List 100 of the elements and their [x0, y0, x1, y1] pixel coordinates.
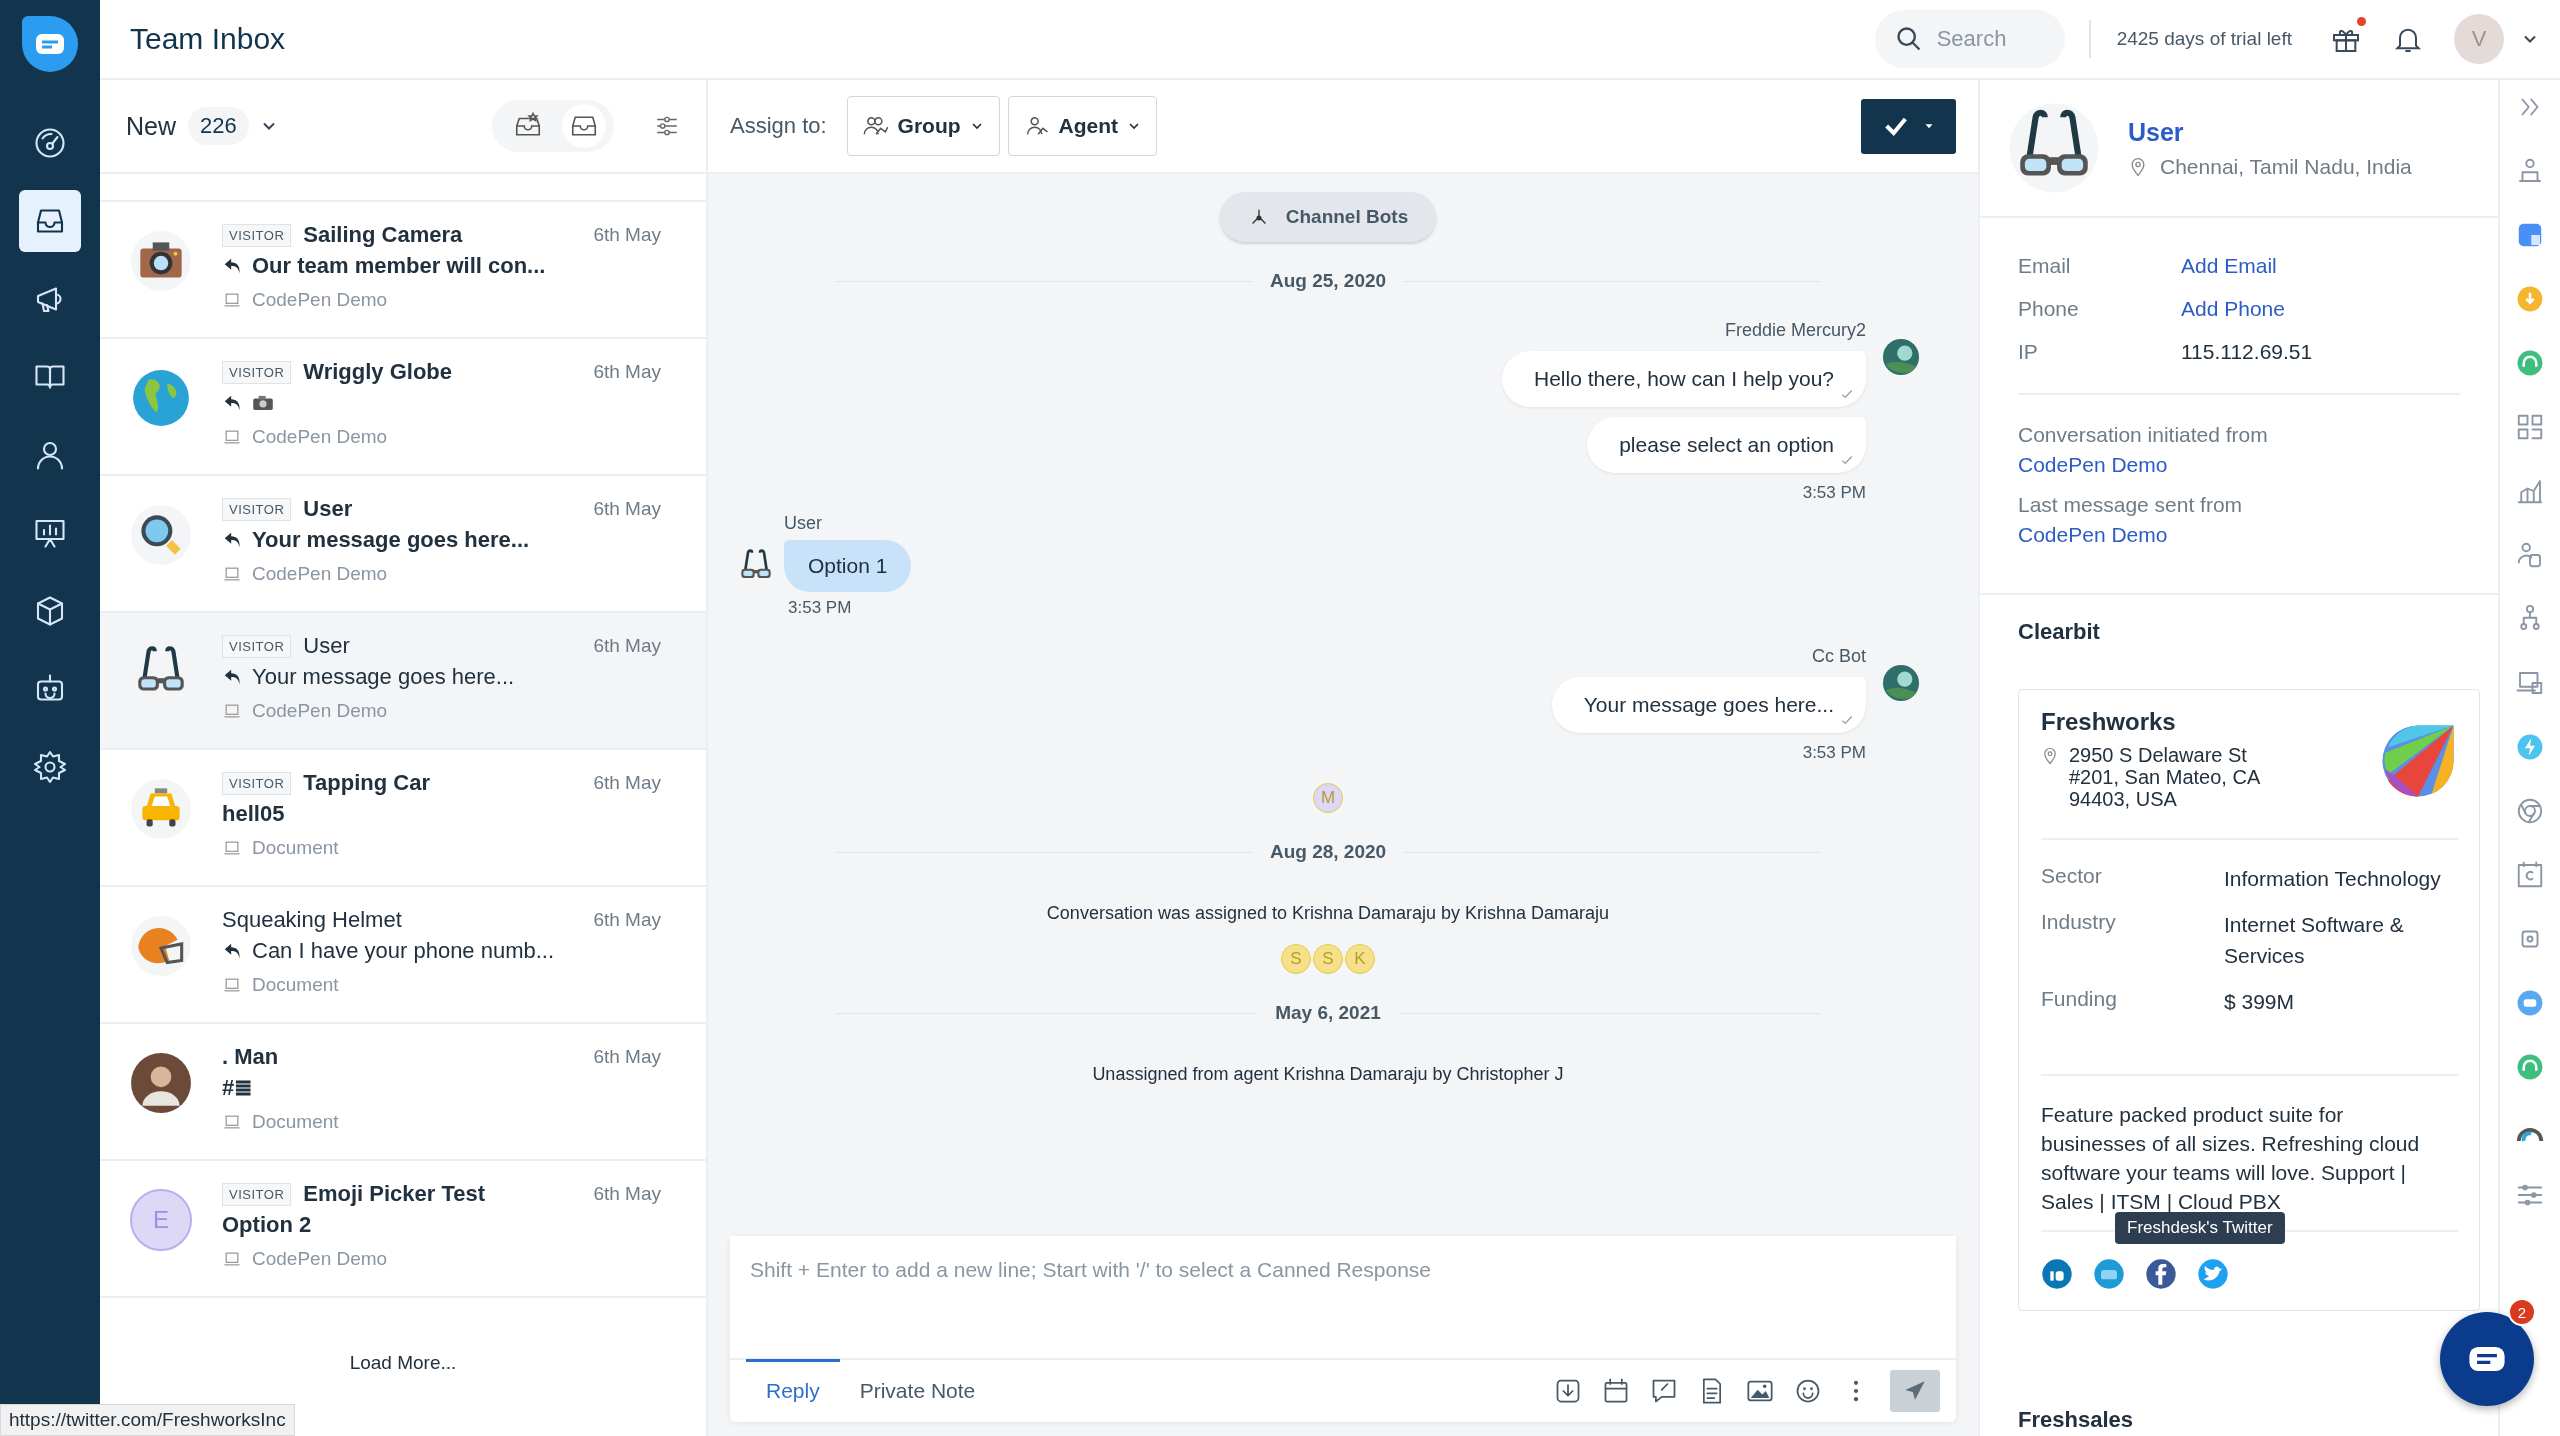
- taxi-icon: [130, 778, 192, 840]
- filter-label[interactable]: New: [126, 111, 176, 141]
- calendar-icon[interactable]: [1602, 1377, 1630, 1405]
- conversation-date: 6th May: [593, 1183, 661, 1205]
- message-preview: Option 2: [222, 1212, 312, 1238]
- contact-name: Emoji Picker Test: [303, 1181, 486, 1207]
- contact-name[interactable]: User: [2128, 117, 2412, 147]
- field-label: IP: [2018, 339, 2039, 364]
- conversation-date: 6th May: [593, 361, 661, 383]
- magnifier-icon: [130, 504, 192, 566]
- contact-name: User: [303, 633, 350, 659]
- participant-avatar: K: [1345, 944, 1375, 974]
- conversation-item[interactable]: . Man 6th May #≣ Document: [100, 1024, 706, 1161]
- camera-icon: [130, 230, 192, 292]
- channel-bots-button[interactable]: Channel Bots: [1219, 192, 1437, 242]
- participant-avatar: S: [1281, 944, 1311, 974]
- visitor-badge: VISITOR: [222, 360, 292, 384]
- conversation-item[interactable]: VISITOR User 6th May Your message goes here... CodePen Demo: [100, 613, 706, 750]
- facebook-icon[interactable]: [2145, 1257, 2177, 1290]
- message-time: 3:53 PM: [1802, 743, 1866, 763]
- conversation-item[interactable]: VISITOR Sailing Camera 6th May Our team member will con... CodePen Demo: [100, 202, 706, 339]
- message-bubble: Your message goes here...: [1551, 677, 1866, 733]
- conversation-date: 6th May: [593, 1046, 661, 1068]
- sender-name: User: [784, 513, 822, 534]
- source-label: Document: [252, 837, 339, 859]
- send-button[interactable]: [1890, 1370, 1940, 1412]
- fact-label: Sector: [2041, 864, 2103, 888]
- fact-value: $ 399M: [2224, 989, 2295, 1016]
- conversation-date: 6th May: [593, 772, 661, 794]
- date-separator: Aug 25, 2020: [1269, 270, 1387, 292]
- visitor-badge: VISITOR: [222, 223, 292, 247]
- add-link[interactable]: Add Email: [2181, 253, 2277, 278]
- all-view-tab[interactable]: [562, 104, 606, 148]
- source-label: CodePen Demo: [252, 563, 388, 585]
- message-bubble: please select an option: [1587, 417, 1866, 473]
- notification-badge: 2: [2508, 1298, 2536, 1326]
- agent-dropdown[interactable]: Agent: [1007, 96, 1158, 156]
- conversation-item[interactable]: VISITOR Wriggly Globe 6th May CodePen Demo: [100, 339, 706, 476]
- conversation-date: 6th May: [593, 224, 661, 246]
- source-label: CodePen Demo: [252, 1248, 388, 1270]
- message-time: 3:53 PM: [1802, 483, 1866, 503]
- conversation-date: 6th May: [593, 498, 661, 520]
- search-field[interactable]: Search: [1874, 10, 2065, 68]
- twitter-icon[interactable]: [2197, 1257, 2229, 1290]
- agent-avatar-icon: [1882, 664, 1920, 702]
- sender-name: Cc Bot: [1811, 646, 1866, 667]
- participant-avatar: S: [1313, 944, 1343, 974]
- group-dropdown[interactable]: Group: [846, 96, 1000, 156]
- composer-tab[interactable]: Private Note: [839, 1358, 996, 1421]
- visitor-badge: VISITOR: [222, 634, 292, 658]
- section-title: Clearbit: [2018, 619, 2100, 644]
- resolve-button[interactable]: [1861, 98, 1956, 154]
- contact-name: Squeaking Helmet: [222, 907, 402, 933]
- chat-logo-icon[interactable]: [20, 14, 80, 74]
- browser-icon[interactable]: [2515, 796, 2545, 826]
- avatar-initial: E: [130, 1189, 192, 1251]
- origin-link[interactable]: CodePen Demo: [2018, 523, 2460, 547]
- date-separator: Aug 28, 2020: [1269, 841, 1387, 863]
- visitor-badge: VISITOR: [222, 1182, 292, 1206]
- trial-notice: 2425 days of trial left: [2116, 28, 2292, 50]
- comment-edit-icon[interactable]: [1650, 1377, 1678, 1405]
- fact-label: Industry: [2041, 910, 2117, 935]
- contact-name: Tapping Car: [303, 770, 430, 796]
- nav-item[interactable]: [19, 190, 81, 252]
- contact-name: Sailing Camera: [303, 222, 463, 248]
- message-bubble: Hello there, how can I help you?: [1501, 351, 1866, 407]
- conversation-date: 6th May: [593, 635, 661, 657]
- origin-link[interactable]: CodePen Demo: [2018, 453, 2460, 477]
- linkedin-icon[interactable]: [2041, 1257, 2073, 1290]
- field-label: Phone: [2018, 296, 2080, 321]
- conversation-item[interactable]: Squeaking Helmet 6th May Can I have your phone numb... Document: [100, 887, 706, 1024]
- location-pin-icon: [2041, 747, 2059, 765]
- emoji-icon[interactable]: [1794, 1377, 1822, 1405]
- search-input[interactable]: Search: [1934, 25, 2059, 53]
- settings-icon: [32, 749, 68, 785]
- qr-grid-icon[interactable]: [2515, 412, 2545, 442]
- conversation-item[interactable]: VISITOR Tapping Car 6th May hell05 Document: [100, 750, 706, 887]
- tick-icon: [1840, 713, 1854, 727]
- download-icon[interactable]: [1554, 1377, 1582, 1405]
- source-label: CodePen Demo: [252, 289, 388, 311]
- visitor-badge: VISITOR: [222, 497, 292, 521]
- source-label: CodePen Demo: [252, 700, 388, 722]
- source-label: Document: [252, 1111, 339, 1133]
- person-avatar-icon: [130, 1052, 192, 1114]
- contact-name: Wriggly Globe: [303, 359, 452, 385]
- origin-label: Last message sent from: [2018, 493, 2244, 517]
- contact-name: . Man: [222, 1044, 279, 1070]
- add-link[interactable]: Add Phone: [2181, 296, 2285, 321]
- reply-field[interactable]: Shift + Enter to add a new line; Start with '/' to select a Canned Response: [730, 1236, 1956, 1360]
- visitor-badge: VISITOR: [222, 771, 292, 795]
- company-name: Freshworks: [2041, 708, 2176, 735]
- company-address: 2950 S Delaware St #201, San Mateo, CA 94403, USA: [2069, 744, 2261, 810]
- composer-tab[interactable]: Reply: [746, 1358, 840, 1421]
- field-value: 115.112.69.51: [2181, 339, 2313, 364]
- message-preview: #≣: [222, 1075, 253, 1101]
- load-more-button[interactable]: Load More...: [341, 1348, 465, 1378]
- reply-composer[interactable]: Shift + Enter to add a new line; Start with '/' to select a Canned Response Reply Private Note: [730, 1236, 1956, 1422]
- conversation-item[interactable]: E VISITOR Emoji Picker Test 6th May Option 2 CodePen Demo: [100, 1161, 706, 1298]
- tick-icon: [1840, 453, 1854, 467]
- message-time: 3:53 PM: [788, 598, 852, 618]
